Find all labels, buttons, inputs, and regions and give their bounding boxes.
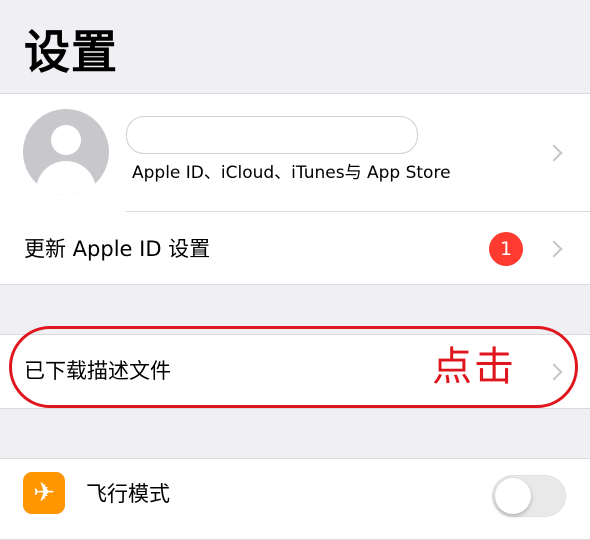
account-name-field [126, 116, 418, 154]
annotation-click-label: 点击 [432, 344, 516, 390]
separator [126, 211, 590, 212]
airplane-mode-label: 飞行模式 [86, 482, 170, 506]
account-subtitle: Apple ID、iCloud、iTunes与 App Store [132, 163, 451, 183]
page-title: 设置 [24, 25, 118, 79]
person-avatar-icon[interactable] [23, 109, 109, 195]
chevron-right-icon [545, 240, 563, 258]
notification-badge: 1 [489, 232, 523, 266]
airplane-icon: ✈ [23, 472, 65, 514]
update-apple-id-label[interactable]: 更新 Apple ID 设置 [24, 235, 210, 263]
account-section: Apple ID、iCloud、iTunes与 App Store 更新 App… [0, 93, 590, 285]
chevron-right-icon [545, 144, 563, 162]
airplane-mode-toggle[interactable] [492, 475, 566, 517]
toggle-knob [495, 478, 531, 514]
